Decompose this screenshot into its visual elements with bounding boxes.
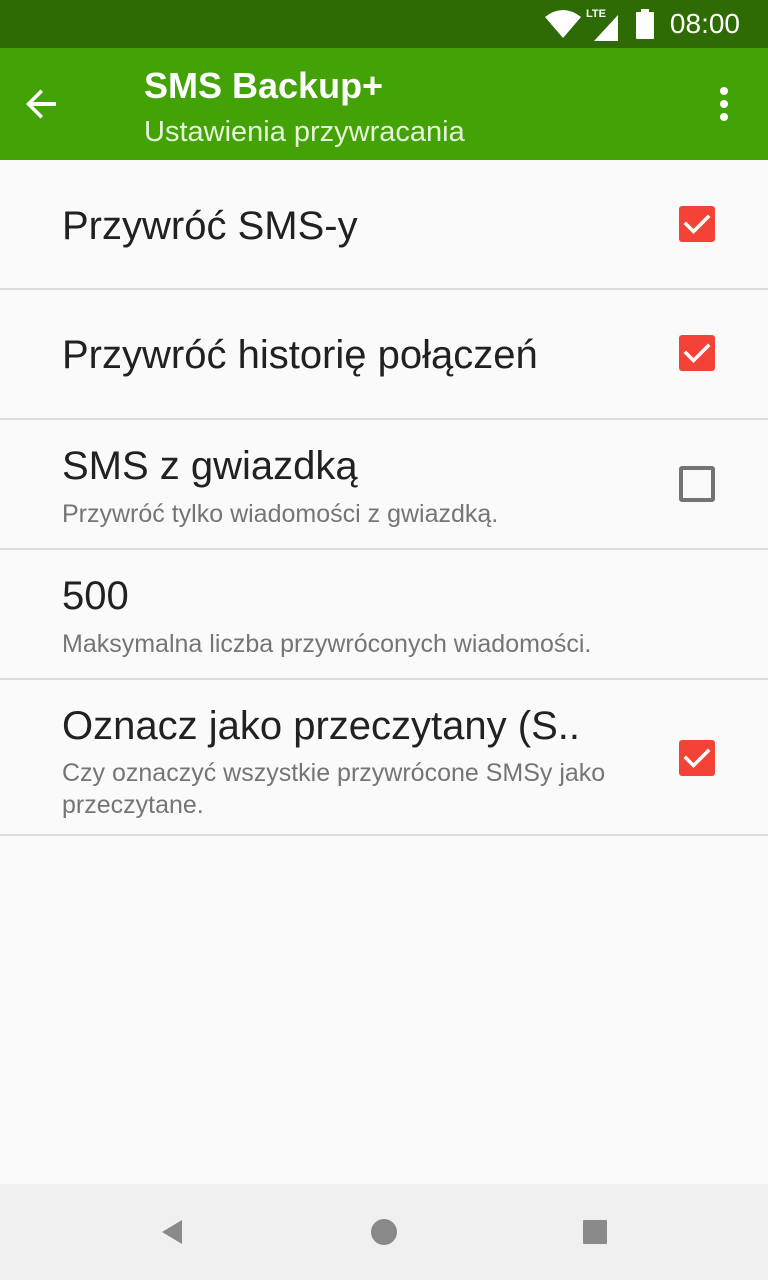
app-subtitle: Ustawienia przywracania: [144, 116, 465, 148]
pref-mark-as-read[interactable]: Oznacz jako przeczytany (S.. Czy oznaczy…: [0, 680, 768, 836]
nav-recents-button[interactable]: [571, 1208, 619, 1256]
pref-max-messages[interactable]: 500 Maksymalna liczba przywróconych wiad…: [0, 550, 768, 680]
pref-title: Oznacz jako przeczytany (S..: [62, 704, 580, 748]
status-time: 08:00: [669, 8, 740, 39]
pref-summary: Czy oznaczyć wszystkie przywrócone SMSy …: [62, 759, 606, 819]
starred-sms-checkbox[interactable]: [679, 466, 715, 502]
network-type-label: LTE: [586, 8, 606, 20]
check-icon: [683, 343, 711, 363]
pref-summary: Przywróć tylko wiadomości z gwiazdką.: [62, 500, 499, 528]
back-button[interactable]: [24, 76, 88, 132]
battery-icon: [635, 9, 654, 39]
app-bar: SMS Backup+ Ustawienia przywracania: [0, 48, 768, 160]
pref-restore-call-log[interactable]: Przywróć historię połączeń: [0, 290, 768, 420]
app-title: SMS Backup+: [144, 65, 384, 106]
pref-restore-sms[interactable]: Przywróć SMS-y: [0, 160, 768, 290]
restore-sms-checkbox[interactable]: [679, 206, 715, 242]
nav-back-button[interactable]: [148, 1208, 196, 1256]
restore-call-log-checkbox[interactable]: [679, 335, 715, 371]
overflow-menu-button[interactable]: [700, 76, 748, 132]
mark-as-read-checkbox[interactable]: [679, 740, 715, 776]
pref-summary: Maksymalna liczba przywróconych wiadomoś…: [62, 630, 592, 658]
pref-starred-sms[interactable]: SMS z gwiazdką Przywróć tylko wiadomości…: [0, 420, 768, 550]
navigation-bar: [0, 1184, 768, 1280]
back-triangle-icon: [162, 1220, 182, 1244]
check-icon: [683, 748, 711, 768]
nav-home-button[interactable]: [360, 1208, 408, 1256]
pref-title: Przywróć SMS-y: [62, 204, 358, 248]
recents-square-icon: [583, 1220, 607, 1244]
signal-icon: LTE: [586, 8, 618, 41]
more-vert-icon: [720, 87, 728, 121]
pref-title: SMS z gwiazdką: [62, 444, 358, 488]
home-circle-icon: [371, 1219, 397, 1245]
check-icon: [683, 214, 711, 234]
pref-title: 500: [62, 574, 129, 618]
status-bar: LTE 08:00: [0, 0, 768, 48]
pref-title: Przywróć historię połączeń: [62, 333, 538, 377]
wifi-icon: [544, 10, 581, 38]
status-icons: LTE 08:00: [544, 0, 740, 48]
preference-list: Przywróć SMS-y Przywróć historię połącze…: [0, 160, 768, 836]
arrow-back-icon: [26, 89, 56, 119]
